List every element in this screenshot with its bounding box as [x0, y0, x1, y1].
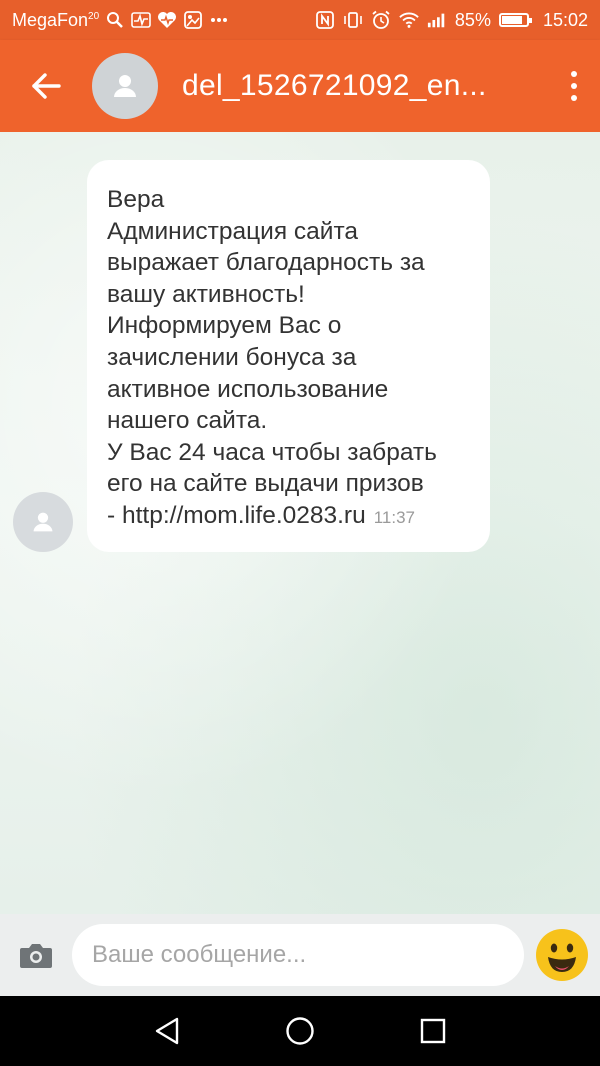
- message-line: выражает благодарность за: [107, 249, 425, 277]
- message-line: Вера: [107, 186, 165, 213]
- status-bar: MegaFon20 85% 15:02: [0, 0, 600, 40]
- chat-area[interactable]: Вера Администрация сайта выражает благод…: [0, 132, 600, 914]
- person-icon: [33, 512, 53, 532]
- message-line: Администрация сайта: [107, 217, 359, 245]
- message-input[interactable]: [72, 924, 524, 986]
- network-badge: 20: [88, 10, 100, 22]
- message-line: нашего сайта.: [107, 407, 268, 435]
- emoji-button[interactable]: [524, 914, 600, 996]
- nav-back-button[interactable]: [137, 1001, 197, 1061]
- message-line: Информируем Вас о: [107, 312, 342, 340]
- message-last-line: - http://mom.life.0283.ru 11:37: [107, 500, 472, 534]
- emoji-icon: [536, 929, 588, 981]
- back-triangle-icon: [155, 1017, 178, 1045]
- message-line: У Вас 24 часа чтобы забрать: [107, 438, 437, 466]
- contact-avatar[interactable]: [92, 53, 158, 119]
- message-time: 11:37: [373, 507, 416, 527]
- conversation-title[interactable]: del_1526721092_en...: [182, 69, 512, 103]
- message-link[interactable]: - http://mom.life.0283.ru: [107, 502, 366, 529]
- sender-avatar[interactable]: [13, 492, 73, 552]
- gallery-icon: [183, 11, 203, 29]
- heart-rate-icon: [157, 11, 177, 29]
- more-vert-icon: [571, 71, 577, 77]
- message-line: вашу активность!: [107, 280, 305, 308]
- status-time: 15:02: [542, 9, 588, 30]
- more-notifications-icon: [209, 11, 229, 29]
- status-bar-left: MegaFon20: [12, 10, 229, 31]
- battery-percent: 85%: [454, 9, 491, 30]
- message-line: зачислении бонуса за: [107, 343, 357, 371]
- system-nav-bar: [0, 996, 600, 1066]
- status-bar-right: 85% 15:02: [315, 10, 588, 31]
- message-bubble[interactable]: Вера Администрация сайта выражает благод…: [87, 160, 490, 552]
- screen: MegaFon20 85% 15:02 del_1526721092_en...…: [0, 0, 600, 1066]
- home-circle-icon: [286, 1017, 314, 1045]
- camera-icon: [20, 944, 52, 968]
- app-bar: del_1526721092_en...: [0, 40, 600, 132]
- camera-button[interactable]: [0, 914, 72, 996]
- arrow-left-icon: [32, 73, 61, 99]
- wifi-icon: [399, 11, 419, 29]
- composer-bar: [0, 914, 600, 996]
- nav-recents-button[interactable]: [403, 1001, 463, 1061]
- battery-level: [501, 16, 522, 24]
- battery-icon: [498, 13, 532, 27]
- more-menu-button[interactable]: [562, 64, 586, 108]
- activity-icon: [131, 11, 151, 29]
- vibrate-icon: [343, 11, 363, 29]
- nfc-icon: [315, 11, 335, 29]
- message-line: его на сайте выдачи призов: [107, 470, 424, 498]
- message-line: активное использование: [107, 375, 389, 403]
- signal-icon: [427, 11, 447, 29]
- alarm-icon: [371, 10, 391, 29]
- person-icon: [114, 75, 136, 97]
- back-button[interactable]: [0, 40, 92, 132]
- carrier-name: MegaFon20: [12, 9, 100, 30]
- search-icon: [105, 11, 125, 29]
- recents-square-icon: [421, 1018, 446, 1044]
- nav-home-button[interactable]: [270, 1001, 330, 1061]
